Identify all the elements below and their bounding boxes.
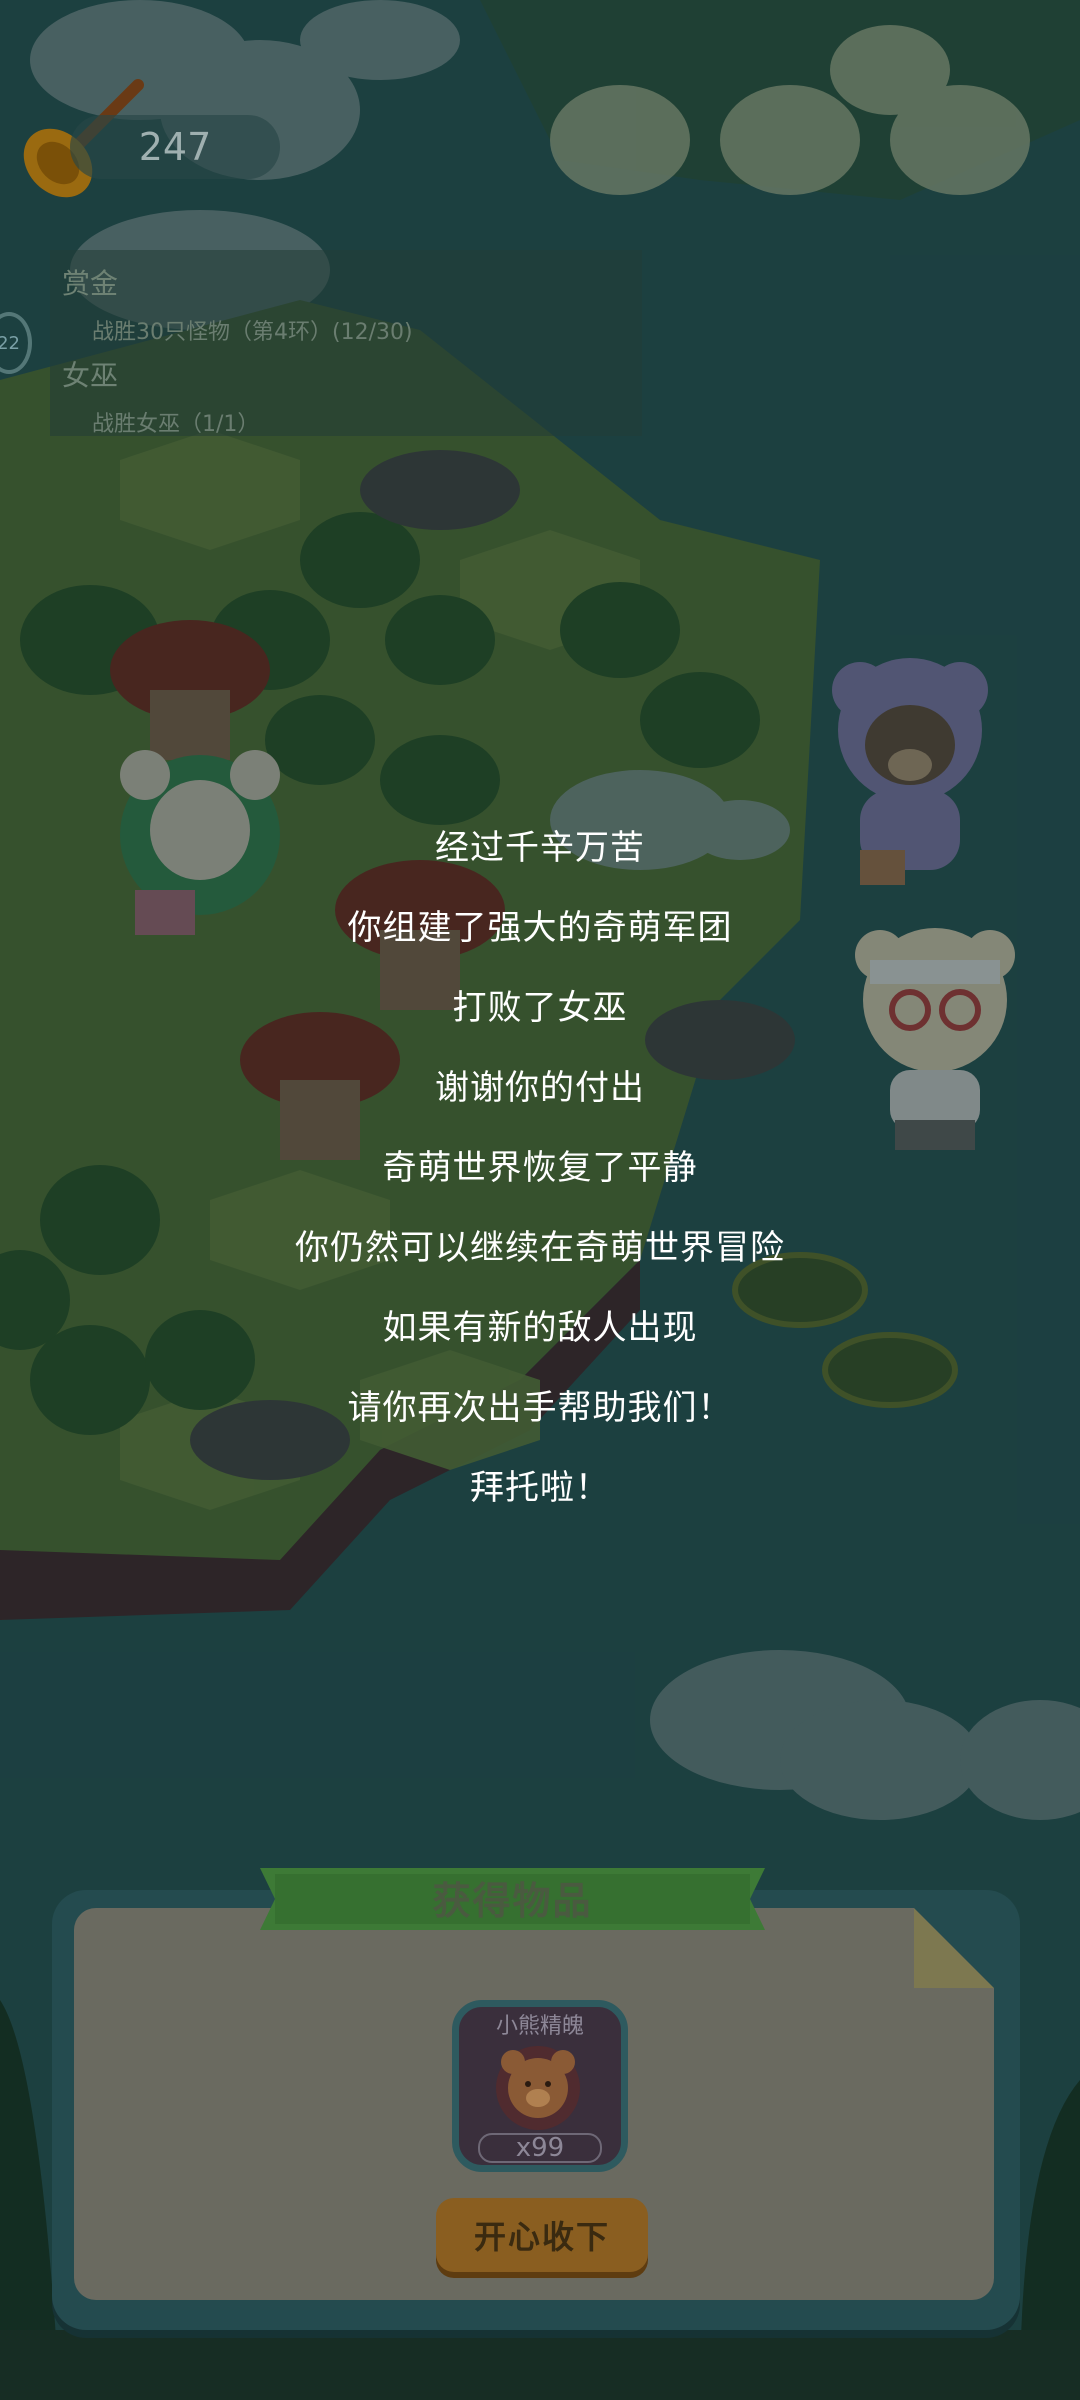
currency-counter: 247 [70,115,280,179]
story-line: 拜托啦！ [470,1468,610,1508]
quest-desc: 战胜女巫（1/1） [92,412,260,437]
currency-value: 247 [138,125,212,169]
quest-item[interactable]: 女巫 战胜女巫（1/1） [62,354,259,438]
reward-item-name: 小熊精魄 [495,2014,584,2039]
bear-spirit-icon [496,2046,580,2130]
quest-desc: 战胜30只怪物（第4环）(12/30) [92,320,413,345]
quest-panel: 赏金 战胜30只怪物（第4环）(12/30) 女巫 战胜女巫（1/1） [50,250,642,438]
dialog-title: 获得物品 [432,1878,593,1923]
story-line: 你组建了强大的奇萌军团 [347,908,733,948]
reward-item-count: x99 [478,2133,602,2163]
story-line: 经过千辛万苦 [435,828,645,868]
page-fold-icon [914,1908,994,1988]
story-line: 如果有新的敌人出现 [382,1308,698,1348]
quest-title: 赏金 [62,267,119,300]
story-line: 请你再次出手帮助我们！ [347,1388,733,1428]
side-badge-text: 22 [0,332,20,354]
story-line: 奇萌世界恢复了平静 [382,1148,698,1188]
quest-item[interactable]: 赏金 战胜30只怪物（第4环）(12/30) [62,262,413,346]
story-line: 你仍然可以继续在奇萌世界冒险 [295,1228,785,1268]
story-line: 打败了女巫 [452,988,628,1028]
accept-button[interactable]: 开心收下 [436,2198,648,2272]
quest-title: 女巫 [62,359,119,392]
story-line: 谢谢你的付出 [435,1068,645,1108]
